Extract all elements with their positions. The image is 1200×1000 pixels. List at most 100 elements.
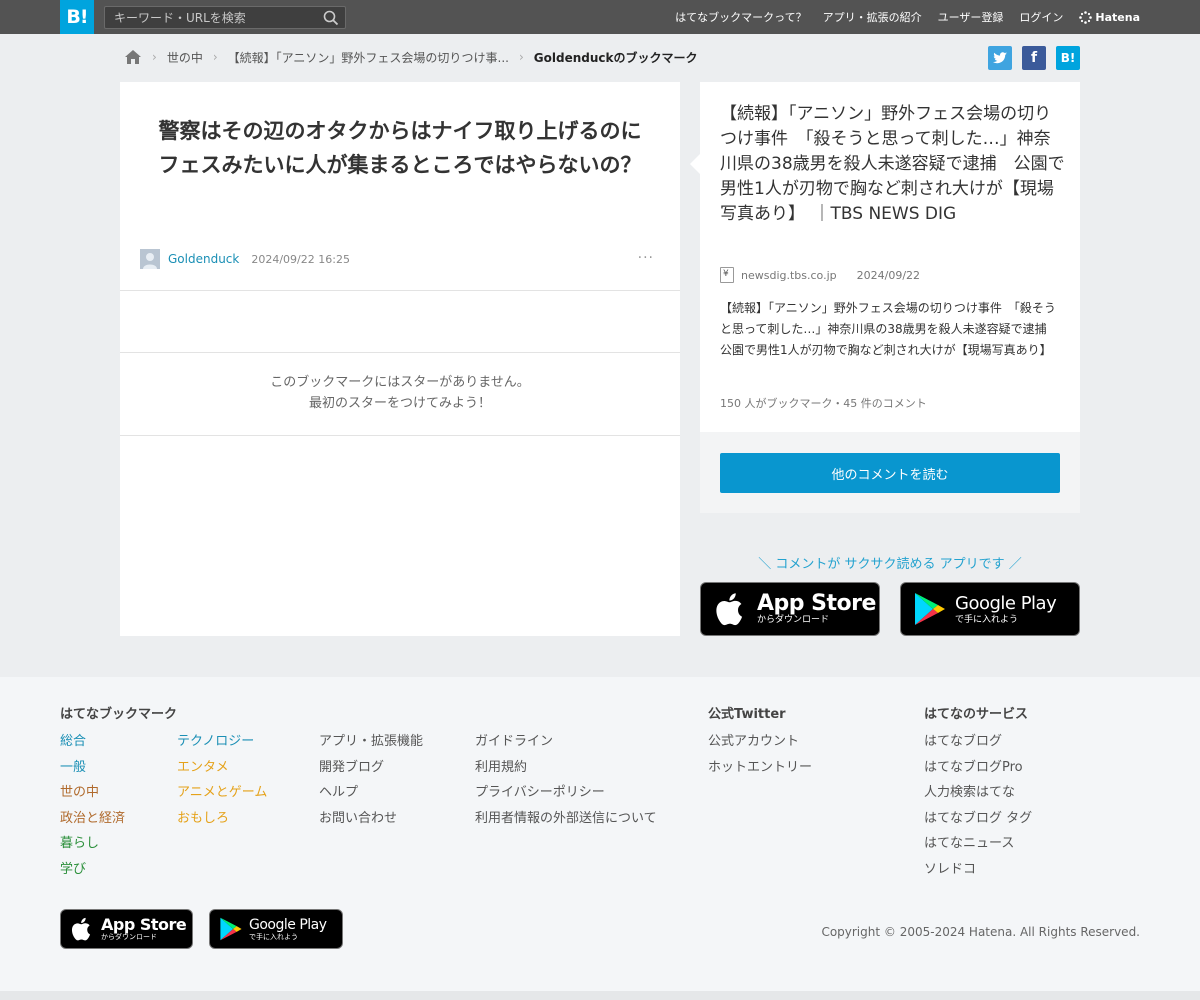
footer-link-help[interactable]: ヘルプ xyxy=(319,780,423,806)
app-store-label: App Store xyxy=(101,914,187,934)
user-name-link[interactable]: Goldenduck xyxy=(168,252,239,266)
site-domain-link[interactable]: newsdig.tbs.co.jp xyxy=(741,269,837,282)
more-options-icon[interactable]: ··· xyxy=(638,250,654,266)
footer-link-devblog[interactable]: 開発ブログ xyxy=(319,755,423,781)
facebook-share-button[interactable]: f xyxy=(1022,46,1046,70)
card-pointer xyxy=(690,154,700,174)
footer-service-news[interactable]: はてなニュース xyxy=(924,831,1032,857)
global-header: B! はてなブックマークって？ アプリ・拡張の紹介 ユーザー登録 ログイン Ha… xyxy=(0,0,1200,34)
nav-login[interactable]: ログイン xyxy=(1019,9,1063,25)
google-play-sublabel: で手に入れよう xyxy=(955,614,1019,625)
copyright: Copyright © 2005-2024 Hatena. All Rights… xyxy=(821,925,1140,939)
entry-title-link[interactable]: 【続報】「アニソン」野外フェス会場の切りつけ事件 「殺そうと思って刺した…」神奈… xyxy=(720,102,1065,227)
footer-link-privacy[interactable]: プライバシーポリシー xyxy=(475,780,657,806)
comment-text: 警察はその辺のオタクからはナイフ取り上げるのにフェスみたいに人が集まるところでは… xyxy=(158,119,642,177)
apple-icon xyxy=(716,593,743,626)
footer-twitter-official[interactable]: 公式アカウント xyxy=(708,729,812,755)
footer-link-contact[interactable]: お問い合わせ xyxy=(319,806,423,832)
nav-about[interactable]: はてなブックマークって？ xyxy=(675,9,806,25)
google-play-icon xyxy=(915,593,945,625)
footer-links-c: アプリ・拡張機能 開発ブログ ヘルプ お問い合わせ xyxy=(319,729,423,831)
breadcrumb-category[interactable]: 世の中 xyxy=(167,49,203,66)
footer-cat-knowledge[interactable]: 学び xyxy=(60,857,125,883)
footer-links-d: ガイドライン 利用規約 プライバシーポリシー 利用者情報の外部送信について xyxy=(475,729,657,831)
app-store-sublabel: からダウンロード xyxy=(757,614,830,625)
entry-card: 【続報】「アニソン」野外フェス会場の切りつけ事件 「殺そうと思って刺した…」神奈… xyxy=(690,82,1080,513)
entry-summary: 【続報】「アニソン」野外フェス会場の切りつけ事件 「殺そうと思って刺した…」神奈… xyxy=(720,301,1059,357)
chevron-right-icon: › xyxy=(152,50,157,64)
footer-services: はてなブログ はてなブログPro 人力検索はてな はてなブログ タグ はてなニュ… xyxy=(924,729,1032,882)
hatena-brand-text: Hatena xyxy=(1095,10,1140,24)
nav-apps[interactable]: アプリ・拡張の紹介 xyxy=(823,9,922,25)
google-play-badge[interactable]: Google Play で手に入れよう xyxy=(900,582,1080,636)
footer-heading-twitter: 公式Twitter xyxy=(708,707,786,722)
no-star-message: このブックマークにはスターがありません。 最初のスターをつけてみよう！ xyxy=(120,372,680,414)
comment-meta: Goldenduck 2024/09/22 16:25 ··· xyxy=(140,248,660,270)
footer-twitter-links: 公式アカウント ホットエントリー xyxy=(708,729,812,780)
share-buttons: f B! xyxy=(988,46,1080,70)
search-icon[interactable] xyxy=(323,10,339,26)
footer-app-store-badge[interactable]: App Store からダウンロード xyxy=(60,909,193,949)
footer-cat-general[interactable]: 総合 xyxy=(60,729,125,755)
app-promo-text: ＼ コメントが サクサク読める アプリです ／ xyxy=(758,557,1022,572)
footer-link-external[interactable]: 利用者情報の外部送信について xyxy=(475,806,657,832)
search-box xyxy=(104,6,346,29)
google-play-label: Google Play xyxy=(955,592,1057,614)
avatar[interactable] xyxy=(140,249,160,269)
footer-cat-life[interactable]: 暮らし xyxy=(60,831,125,857)
footer-cat-fun[interactable]: おもしろ xyxy=(177,806,267,832)
footer-bottom-strip xyxy=(0,991,1200,1000)
read-other-comments-button[interactable]: 他のコメントを読む xyxy=(720,453,1060,493)
footer-heading-bookmark: はてなブックマーク xyxy=(60,707,178,722)
footer-service-q[interactable]: 人力検索はてな xyxy=(924,780,1032,806)
footer-google-play-badge[interactable]: Google Play で手に入れよう xyxy=(209,909,343,949)
search-input[interactable] xyxy=(105,7,315,28)
footer-service-blog[interactable]: はてなブログ xyxy=(924,729,1032,755)
footer-category-list-2: テクノロジー エンタメ アニメとゲーム おもしろ xyxy=(177,729,267,831)
breadcrumb-current: Goldenduckのブックマーク xyxy=(533,50,698,65)
breadcrumb-entry[interactable]: 【続報】「アニソン」野外フェス会場の切りつけ事... xyxy=(228,49,509,66)
footer-link-guideline[interactable]: ガイドライン xyxy=(475,729,657,755)
footer-link-terms[interactable]: 利用規約 xyxy=(475,755,657,781)
divider xyxy=(120,435,680,436)
nav-signup[interactable]: ユーザー登録 xyxy=(938,9,1004,25)
footer-category-list: 総合 一般 世の中 政治と経済 暮らし 学び xyxy=(60,729,125,882)
footer-cat-it[interactable]: テクノロジー xyxy=(177,729,267,755)
entry-date: 2024/09/22 xyxy=(856,268,921,282)
footer-cat-game[interactable]: アニメとゲーム xyxy=(177,780,267,806)
entry-source: newsdig.tbs.co.jp 2024/09/22 xyxy=(720,267,920,283)
google-play-sublabel: で手に入れよう xyxy=(249,932,298,941)
hatena-brand-link[interactable]: Hatena xyxy=(1079,11,1140,24)
no-star-line: このブックマークにはスターがありません。 xyxy=(270,375,530,390)
footer-cat-world[interactable]: 世の中 xyxy=(60,780,125,806)
apple-icon xyxy=(71,917,91,941)
divider xyxy=(120,290,680,291)
footer-service-blogpro[interactable]: はてなブログPro xyxy=(924,755,1032,781)
footer-cat-economics[interactable]: 政治と経済 xyxy=(60,806,125,832)
twitter-share-button[interactable] xyxy=(988,46,1012,70)
footer-heading-services: はてなのサービス xyxy=(924,707,1029,722)
read-comments-area: 他のコメントを読む xyxy=(700,432,1080,513)
add-star-prompt: 最初のスターをつけてみよう！ xyxy=(308,396,491,411)
footer-twitter-hotentry[interactable]: ホットエントリー xyxy=(708,755,812,781)
bookmark-counts: 150 人がブックマーク・45 件のコメント xyxy=(720,397,927,410)
footer-cat-entertainment[interactable]: エンタメ xyxy=(177,755,267,781)
site-favicon-icon xyxy=(720,267,734,283)
footer-cat-general2[interactable]: 一般 xyxy=(60,755,125,781)
footer-service-blogtag[interactable]: はてなブログ タグ xyxy=(924,806,1032,832)
divider xyxy=(120,352,680,353)
comment-date: 2024/09/22 16:25 xyxy=(251,252,350,266)
google-play-icon xyxy=(220,917,242,941)
google-play-label: Google Play xyxy=(249,916,327,933)
user-silhouette-icon xyxy=(143,253,157,269)
home-icon[interactable] xyxy=(124,49,142,65)
app-store-label: App Store xyxy=(757,590,876,616)
chevron-right-icon: › xyxy=(212,50,218,64)
twitter-bird-icon xyxy=(993,52,1007,64)
hatena-bookmark-logo[interactable]: B! xyxy=(60,0,94,34)
header-nav: はてなブックマークって？ アプリ・拡張の紹介 ユーザー登録 ログイン Haten… xyxy=(675,0,1140,34)
hatena-share-button[interactable]: B! xyxy=(1056,46,1080,70)
footer-service-soredoko[interactable]: ソレドコ xyxy=(924,857,1032,883)
app-store-badge[interactable]: App Store からダウンロード xyxy=(700,582,880,636)
footer-link-apps[interactable]: アプリ・拡張機能 xyxy=(319,729,423,755)
